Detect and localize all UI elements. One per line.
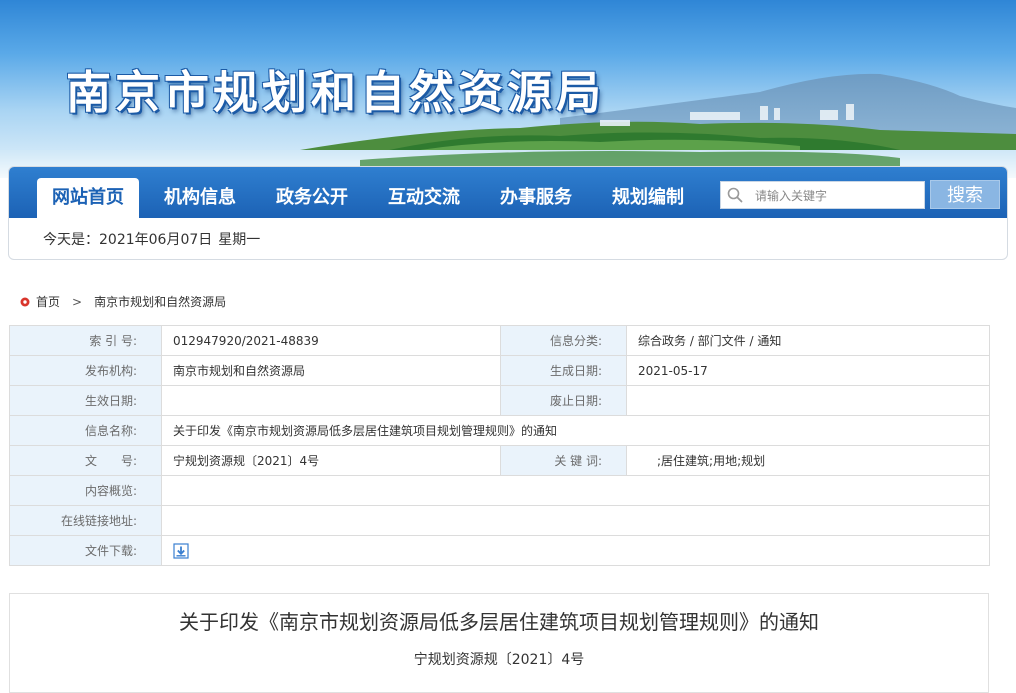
article-doc-number: 宁规划资源规〔2021〕4号 bbox=[413, 652, 585, 668]
date-prefix: 今天是： bbox=[43, 232, 99, 248]
table-row: 文 号: 宁规划资源规〔2021〕4号 关 键 词: ;居住建筑;用地;规划 bbox=[9, 445, 990, 476]
site-title: 南京市规划和自然资源局 bbox=[66, 66, 606, 119]
index-no-value: 012947920/2021-48839 bbox=[161, 325, 501, 356]
breadcrumb: 首页 > 南京市规划和自然资源局 bbox=[20, 293, 226, 310]
document-meta-table: 索 引 号: 012947920/2021-48839 信息分类: 综合政务 /… bbox=[9, 325, 990, 566]
table-row: 发布机构: 南京市规划和自然资源局 生成日期: 2021-05-17 bbox=[9, 355, 990, 386]
effective-date-label: 生效日期: bbox=[9, 385, 162, 416]
date-line: 今天是：2021年06月07日 星期一 bbox=[43, 229, 266, 249]
nav-items: 网站首页 机构信息 政务公开 互动交流 办事服务 规划编制 bbox=[37, 178, 709, 218]
effective-date-value bbox=[161, 385, 501, 416]
expired-date-value bbox=[626, 385, 990, 416]
weekday: 星期一 bbox=[218, 232, 261, 248]
issuer-label: 发布机构: bbox=[9, 355, 162, 386]
info-name-label: 信息名称: bbox=[9, 415, 162, 446]
date-value: 2021年06月07日 bbox=[99, 232, 213, 248]
table-row: 信息名称: 关于印发《南京市规划资源局低多层居住建筑项目规划管理规则》的通知 bbox=[9, 415, 990, 446]
issuer-value: 南京市规划和自然资源局 bbox=[161, 355, 501, 386]
search-icon bbox=[727, 187, 743, 203]
search-input[interactable] bbox=[753, 182, 925, 210]
table-row: 在线链接地址: bbox=[9, 505, 990, 536]
created-date-value: 2021-05-17 bbox=[626, 355, 990, 386]
nav-item-organization[interactable]: 机构信息 bbox=[149, 178, 251, 218]
search-button[interactable]: 搜索 bbox=[930, 180, 1000, 209]
table-row: 索 引 号: 012947920/2021-48839 信息分类: 综合政务 /… bbox=[9, 325, 990, 356]
table-row: 文件下载: bbox=[9, 535, 990, 566]
summary-label: 内容概览: bbox=[9, 475, 162, 506]
table-row: 生效日期: 废止日期: bbox=[9, 385, 990, 416]
doc-no-value: 宁规划资源规〔2021〕4号 bbox=[161, 445, 501, 476]
keywords-value: ;居住建筑;用地;规划 bbox=[626, 445, 990, 476]
category-label: 信息分类: bbox=[500, 325, 627, 356]
article-panel: 关于印发《南京市规划资源局低多层居住建筑项目规划管理规则》的通知 宁规划资源规〔… bbox=[9, 593, 989, 693]
nav-item-services[interactable]: 办事服务 bbox=[485, 178, 587, 218]
nav-item-planning[interactable]: 规划编制 bbox=[597, 178, 699, 218]
info-name-value: 关于印发《南京市规划资源局低多层居住建筑项目规划管理规则》的通知 bbox=[161, 415, 990, 446]
expired-date-label: 废止日期: bbox=[500, 385, 627, 416]
breadcrumb-separator: > bbox=[72, 294, 83, 309]
doc-no-label: 文 号: bbox=[9, 445, 162, 476]
download-label: 文件下载: bbox=[9, 535, 162, 566]
summary-value bbox=[161, 475, 990, 506]
home-icon bbox=[20, 297, 30, 306]
table-row: 内容概览: bbox=[9, 475, 990, 506]
main-navigation: 网站首页 机构信息 政务公开 互动交流 办事服务 规划编制 搜索 今天是：202… bbox=[8, 166, 1008, 260]
created-date-label: 生成日期: bbox=[500, 355, 627, 386]
index-no-label: 索 引 号: bbox=[9, 325, 162, 356]
download-icon[interactable] bbox=[173, 542, 189, 559]
nav-bar: 网站首页 机构信息 政务公开 互动交流 办事服务 规划编制 搜索 bbox=[9, 167, 1007, 218]
nav-item-public-affairs[interactable]: 政务公开 bbox=[261, 178, 363, 218]
breadcrumb-current[interactable]: 南京市规划和自然资源局 bbox=[94, 293, 226, 310]
online-link-value bbox=[161, 505, 990, 536]
search-box bbox=[720, 181, 925, 210]
site-banner: 南京市规划和自然资源局 bbox=[0, 0, 1016, 178]
online-link-label: 在线链接地址: bbox=[9, 505, 162, 536]
download-cell bbox=[161, 535, 990, 566]
category-value: 综合政务 / 部门文件 / 通知 bbox=[626, 325, 990, 356]
keywords-label: 关 键 词: bbox=[500, 445, 627, 476]
breadcrumb-home[interactable]: 首页 bbox=[36, 293, 60, 310]
nav-item-interaction[interactable]: 互动交流 bbox=[373, 178, 475, 218]
nav-item-home[interactable]: 网站首页 bbox=[37, 178, 139, 218]
article-title: 关于印发《南京市规划资源局低多层居住建筑项目规划管理规则》的通知 bbox=[179, 610, 819, 634]
